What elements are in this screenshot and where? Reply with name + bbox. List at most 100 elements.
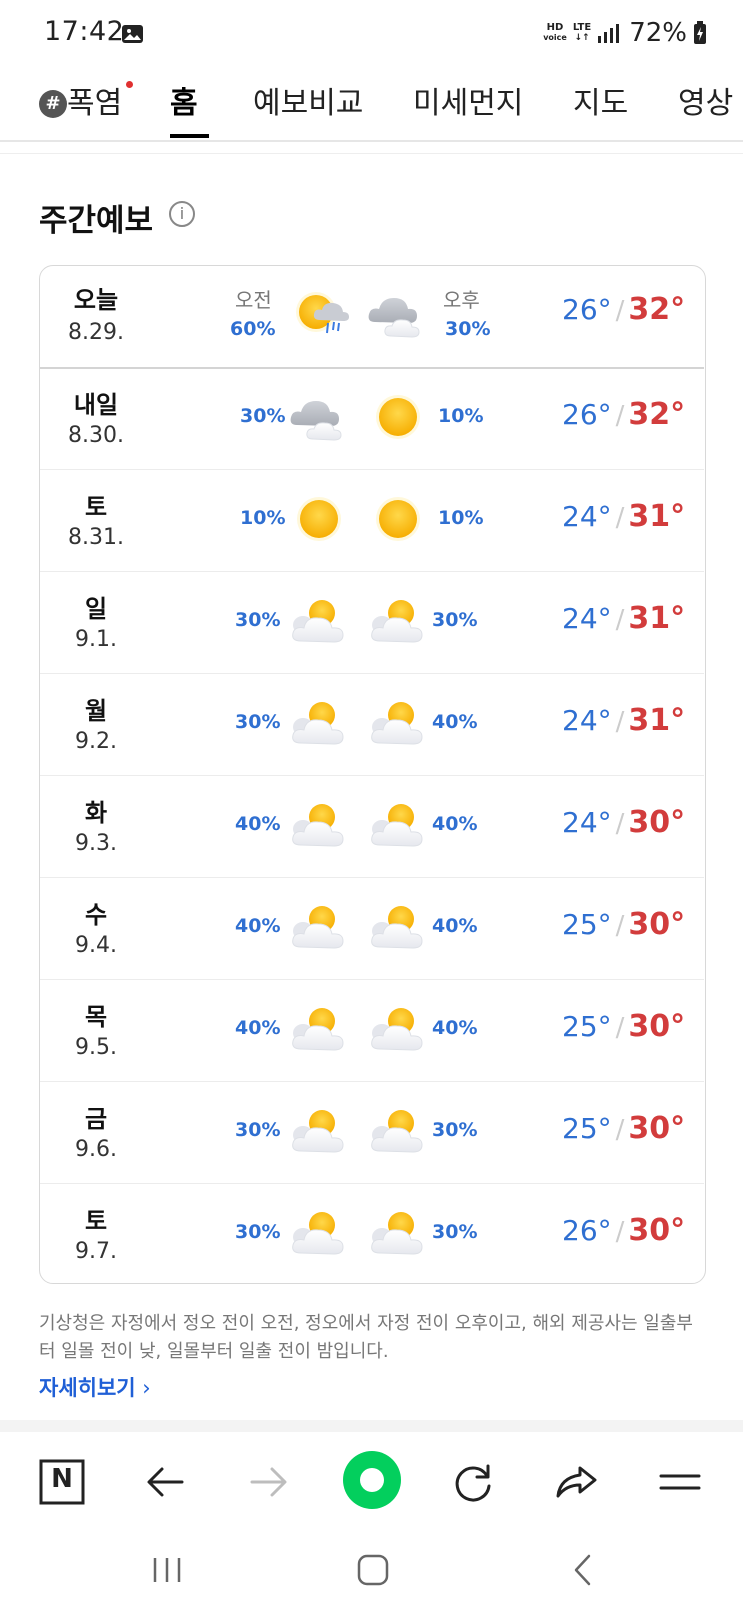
temp-range: 24°/31°: [562, 703, 686, 738]
green-dot-icon[interactable]: [340, 1448, 404, 1512]
partly-cloudy-icon: [371, 1211, 423, 1255]
low-temp: 24°: [562, 806, 612, 839]
date-label: 8.29.: [68, 320, 124, 345]
lte-icon: LTE ↓↑: [572, 22, 592, 44]
forecast-row[interactable]: 토 9.7. 30% 30% 26°/30°: [40, 1183, 704, 1283]
temp-range: 24°/30°: [562, 805, 686, 840]
high-temp: 30°: [628, 907, 686, 942]
naver-home-icon[interactable]: N: [36, 1456, 88, 1508]
low-temp: 25°: [562, 1112, 612, 1145]
day-label: 수: [84, 901, 108, 929]
status-time: 17:42: [44, 16, 125, 47]
home-icon[interactable]: [353, 1550, 393, 1590]
cloudy-icon: [290, 400, 342, 441]
low-temp: 25°: [562, 908, 612, 941]
back-icon[interactable]: [564, 1550, 604, 1590]
tab-heatwave[interactable]: # 폭염: [39, 78, 122, 122]
day-label: 내일: [73, 391, 119, 419]
low-temp: 24°: [562, 500, 612, 533]
back-arrow-icon[interactable]: [140, 1456, 192, 1508]
reload-icon[interactable]: [447, 1456, 499, 1508]
forecast-row[interactable]: 화 9.3. 40% 40% 24°/30°: [40, 775, 704, 878]
toolbar-separator: [0, 1420, 743, 1432]
am-precip: 30%: [235, 1221, 281, 1243]
high-temp: 32°: [628, 292, 686, 327]
date-label: 9.7.: [75, 1239, 117, 1264]
pm-precip: 40%: [432, 813, 478, 835]
partly-cloudy-icon: [292, 599, 344, 643]
browser-toolbar: N: [0, 1432, 743, 1532]
partly-cloudy-icon: [292, 1211, 344, 1255]
tab-fine-dust[interactable]: 미세먼지: [413, 78, 523, 122]
day-label: 오늘: [73, 286, 119, 314]
am-precip: 30%: [235, 1119, 281, 1141]
pm-precip: 30%: [432, 1221, 478, 1243]
low-temp: 25°: [562, 1010, 612, 1043]
system-nav-bar: [0, 1532, 743, 1610]
low-temp: 26°: [562, 398, 612, 431]
temp-range: 26°/32°: [562, 397, 686, 432]
battery-percent: 72%: [629, 18, 687, 48]
pm-precip: 40%: [432, 915, 478, 937]
sunny-icon: [297, 497, 341, 541]
forecast-row[interactable]: 목 9.5. 40% 40% 25°/30°: [40, 979, 704, 1082]
partly-cloudy-icon: [371, 1007, 423, 1051]
temp-range: 24°/31°: [562, 601, 686, 636]
menu-icon[interactable]: [654, 1456, 706, 1508]
date-label: 8.30.: [68, 423, 124, 448]
am-precip: 30%: [235, 711, 281, 733]
forecast-row[interactable]: 금 9.6. 30% 30% 25°/30°: [40, 1081, 704, 1184]
day-label: 목: [84, 1003, 108, 1031]
forecast-row-today[interactable]: 오늘 8.29. 오전 60% 오후 30% 26°/32°: [40, 266, 704, 369]
partly-cloudy-icon: [292, 905, 344, 949]
forward-arrow-icon[interactable]: [242, 1456, 294, 1508]
forecast-row[interactable]: 일 9.1. 30% 30% 24°/31°: [40, 571, 704, 674]
tab-map[interactable]: 지도: [573, 78, 628, 122]
share-icon[interactable]: [550, 1456, 602, 1508]
tab-video[interactable]: 영상: [678, 78, 733, 122]
tab-forecast-compare[interactable]: 예보비교: [253, 78, 363, 122]
temp-range: 26°/30°: [562, 1213, 686, 1248]
am-label: 오전: [235, 288, 272, 312]
status-bar: 17:42 HD voice LTE ↓↑ 72%: [0, 0, 743, 66]
high-temp: 30°: [628, 805, 686, 840]
day-label: 화: [84, 799, 108, 827]
pm-precip: 30%: [445, 318, 491, 340]
forecast-row[interactable]: 토 8.31. 10% 10% 24°/31°: [40, 469, 704, 572]
tab-home[interactable]: 홈: [170, 78, 198, 122]
weekly-forecast-card: 오늘 8.29. 오전 60% 오후 30% 26°/32° 내일 8.30. …: [39, 265, 706, 1284]
temp-range: 25°/30°: [562, 1009, 686, 1044]
high-temp: 30°: [628, 1213, 686, 1248]
recent-apps-icon[interactable]: [147, 1550, 187, 1590]
day-label: 토: [84, 493, 108, 521]
forecast-row[interactable]: 수 9.4. 40% 40% 25°/30°: [40, 877, 704, 980]
date-label: 9.5.: [75, 1035, 117, 1060]
date-label: 9.2.: [75, 729, 117, 754]
day-label: 일: [84, 595, 108, 623]
more-details-link[interactable]: 자세히보기 ›: [39, 1372, 151, 1402]
forecast-row[interactable]: 내일 8.30. 30% 10% 26°/32°: [40, 367, 704, 470]
date-label: 8.31.: [68, 525, 124, 550]
low-temp: 26°: [562, 1214, 612, 1247]
pm-precip: 30%: [432, 1119, 478, 1141]
forecast-row[interactable]: 월 9.2. 30% 40% 24°/31°: [40, 673, 704, 776]
pm-precip: 40%: [432, 711, 478, 733]
low-temp: 24°: [562, 704, 612, 737]
temp-range: 24°/31°: [562, 499, 686, 534]
pm-precip: 40%: [432, 1017, 478, 1039]
partly-cloudy-icon: [292, 803, 344, 847]
more-details-label: 자세히보기: [39, 1376, 136, 1400]
partly-cloudy-icon: [371, 701, 423, 745]
date-label: 9.4.: [75, 933, 117, 958]
high-temp: 31°: [628, 703, 686, 738]
high-temp: 30°: [628, 1111, 686, 1146]
section-title: 주간예보: [39, 203, 154, 239]
divider: [0, 153, 743, 154]
pm-label: 오후: [443, 288, 480, 312]
sunny-icon: [376, 497, 420, 541]
low-temp: 26°: [562, 293, 612, 326]
cloudy-icon: [368, 297, 420, 338]
info-icon[interactable]: i: [169, 201, 195, 227]
gallery-notification-icon: [122, 25, 143, 43]
tab-heatwave-label: 폭염: [67, 86, 123, 121]
